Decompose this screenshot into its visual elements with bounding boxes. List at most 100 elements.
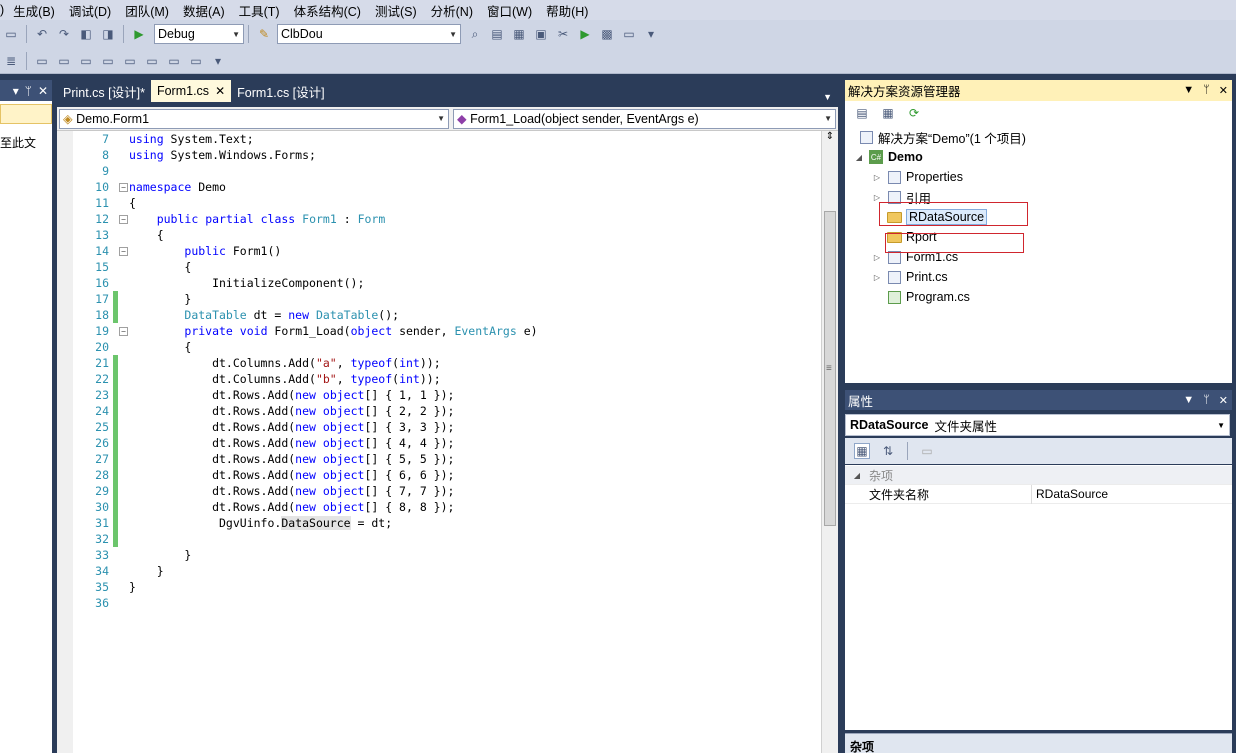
tree-item-properties[interactable]: ▷ Properties (872, 168, 963, 186)
close-icon[interactable]: ✕ (38, 84, 48, 98)
start-page-icon[interactable]: ▶ (577, 26, 593, 42)
code-line[interactable]: 13 { (73, 227, 818, 243)
collapsed-arrow-icon[interactable]: ▷ (872, 253, 882, 262)
property-category-row[interactable]: ◢ 杂项 (845, 466, 1232, 485)
navigate-forward-icon[interactable]: ◨ (100, 26, 116, 42)
show-all-files-icon[interactable]: ▦ (880, 105, 896, 121)
toggle-bookmark-icon[interactable]: ▭ (78, 53, 94, 69)
code-line[interactable]: 25 dt.Rows.Add(new object[] { 3, 3 }); (73, 419, 818, 435)
code-line[interactable]: 10 − namespace Demo (73, 179, 818, 195)
code-line[interactable]: 29 dt.Rows.Add(new object[] { 7, 7 }); (73, 483, 818, 499)
property-pages-icon[interactable]: ▭ (919, 443, 935, 459)
code-line[interactable]: 12 − public partial class Form1 : Form (73, 211, 818, 227)
prev-bookmark-folder-icon[interactable]: ▭ (144, 53, 160, 69)
collapse-region-icon[interactable]: − (119, 183, 128, 192)
clear-bookmarks-icon[interactable]: ▭ (188, 53, 204, 69)
close-icon[interactable]: ✕ (1219, 394, 1228, 407)
refresh-icon[interactable]: ⟳ (906, 105, 922, 121)
property-row[interactable]: 文件夹名称 RDataSource (845, 484, 1232, 504)
properties-object-selector[interactable]: RDataSource 文件夹属性 ▼ (845, 414, 1230, 436)
code-line[interactable]: 19 − private void Form1_Load(object sende… (73, 323, 818, 339)
menu-debug[interactable]: 调试(D) (62, 1, 118, 20)
tree-item-program[interactable]: Program.cs (872, 288, 970, 306)
start-debug-icon[interactable]: ▶ (131, 26, 147, 42)
code-line[interactable]: 9 (73, 163, 818, 179)
code-line[interactable]: 26 dt.Rows.Add(new object[] { 4, 4 }); (73, 435, 818, 451)
find-in-files-icon[interactable]: ✎ (256, 26, 272, 42)
close-icon[interactable]: ✕ (1219, 84, 1228, 97)
code-line[interactable]: 30 dt.Rows.Add(new object[] { 8, 8 }); (73, 499, 818, 515)
find-icon[interactable]: ⌕ (467, 26, 483, 42)
code-line[interactable]: 27 dt.Rows.Add(new object[] { 5, 5 }); (73, 451, 818, 467)
code-line[interactable]: 16 InitializeComponent(); (73, 275, 818, 291)
menu-help[interactable]: 帮助(H) (539, 1, 595, 20)
collapse-region-icon[interactable]: − (119, 215, 128, 224)
menu-tools[interactable]: 工具(T) (232, 1, 287, 20)
code-line[interactable]: 36 (73, 595, 818, 611)
tab-form1-code[interactable]: Form1.cs ✕ (150, 80, 232, 102)
uncomment-icon[interactable]: ▭ (56, 53, 72, 69)
tab-print-design[interactable]: Print.cs [设计]* (57, 80, 151, 102)
collapsed-arrow-icon[interactable]: ▷ (872, 193, 882, 202)
command-window-icon[interactable]: ▭ (621, 26, 637, 42)
alphabetical-icon[interactable]: ⇅ (880, 443, 896, 459)
code-line[interactable]: 15 { (73, 259, 818, 275)
expanded-arrow-icon[interactable]: ◢ (854, 153, 864, 162)
solution-explorer-icon[interactable]: ▤ (489, 26, 505, 42)
decrease-indent-icon[interactable]: ≣ (3, 53, 19, 69)
pin-icon[interactable]: ᛘ (1203, 394, 1210, 407)
dropdown-icon[interactable]: ▼ (1183, 84, 1194, 97)
code-editor[interactable]: 7 using System.Text; 8 using System.Windows… (57, 131, 838, 753)
dropdown-icon[interactable]: ▼ (1183, 394, 1194, 407)
tree-item-print[interactable]: ▷ Print.cs (872, 268, 948, 286)
solution-config-combo[interactable]: Debug ▼ (154, 24, 244, 44)
categorized-icon[interactable]: ▦ (854, 443, 870, 459)
menu-data[interactable]: 数据(A) (176, 1, 232, 20)
code-line[interactable]: 17 } (73, 291, 818, 307)
next-bookmark-icon[interactable]: ▭ (122, 53, 138, 69)
object-browser-icon[interactable]: ▣ (533, 26, 549, 42)
comment-icon[interactable]: ▭ (34, 53, 50, 69)
properties-icon[interactable]: ▤ (854, 105, 870, 121)
next-bookmark-folder-icon[interactable]: ▭ (166, 53, 182, 69)
code-line[interactable]: 8 using System.Windows.Forms; (73, 147, 818, 163)
redo-icon[interactable]: ↷ (56, 26, 72, 42)
code-line[interactable]: 31 DgvUinfo.DataSource = dt; (73, 515, 818, 531)
split-handle-icon[interactable]: ⇕ (822, 131, 838, 147)
menu-analyze[interactable]: 分析(N) (424, 1, 480, 20)
code-line[interactable]: 20 { (73, 339, 818, 355)
find-combo[interactable]: ClbDou ▼ (277, 24, 461, 44)
menu-team[interactable]: 团队(M) (118, 1, 176, 20)
code-line[interactable]: 23 dt.Rows.Add(new object[] { 1, 1 }); (73, 387, 818, 403)
collapse-region-icon[interactable]: − (119, 247, 128, 256)
code-line[interactable]: 33 } (73, 547, 818, 563)
code-line[interactable]: 22 dt.Columns.Add("b", typeof(int)); (73, 371, 818, 387)
code-line[interactable]: 32 (73, 531, 818, 547)
dropdown-icon[interactable]: ▾ (13, 84, 19, 98)
undo-icon[interactable]: ↶ (34, 26, 50, 42)
code-line[interactable]: 21 dt.Columns.Add("a", typeof(int)); (73, 355, 818, 371)
type-combo[interactable]: ◈ Demo.Form1 ▼ (59, 108, 449, 129)
member-combo[interactable]: ◆ Form1_Load(object sender, EventArgs e)… (453, 108, 836, 129)
close-icon[interactable]: ✕ (215, 84, 225, 98)
collapse-arrow-icon[interactable]: ◢ (845, 471, 869, 480)
code-line[interactable]: 28 dt.Rows.Add(new object[] { 6, 6 }); (73, 467, 818, 483)
tree-project-demo[interactable]: ◢ C# Demo (854, 148, 923, 166)
vertical-scrollbar[interactable]: ⇕ ≡ (821, 131, 838, 753)
menu-window[interactable]: 窗口(W) (480, 1, 539, 20)
menu-build[interactable]: 生成(B) (6, 1, 62, 20)
code-line[interactable]: 18 DataTable dt = new DataTable(); (73, 307, 818, 323)
menu-architecture[interactable]: 体系结构(C) (287, 1, 368, 20)
code-line[interactable]: 34 } (73, 563, 818, 579)
code-line[interactable]: 14 − public Form1() (73, 243, 818, 259)
tree-solution-root[interactable]: 解决方案“Demo”(1 个项目) (854, 128, 1026, 146)
pin-icon[interactable]: ᛘ (25, 84, 32, 98)
collapsed-arrow-icon[interactable]: ▷ (872, 273, 882, 282)
tab-dropdown-icon[interactable]: ▼ (823, 92, 838, 102)
collapsed-arrow-icon[interactable]: ▷ (872, 173, 882, 182)
menu-test[interactable]: 测试(S) (368, 1, 424, 20)
code-line[interactable]: 35} (73, 579, 818, 595)
class-view-icon[interactable]: ▩ (599, 26, 615, 42)
navigate-backward-icon[interactable]: ◧ (78, 26, 94, 42)
paste-icon[interactable]: ▭ (3, 26, 19, 42)
